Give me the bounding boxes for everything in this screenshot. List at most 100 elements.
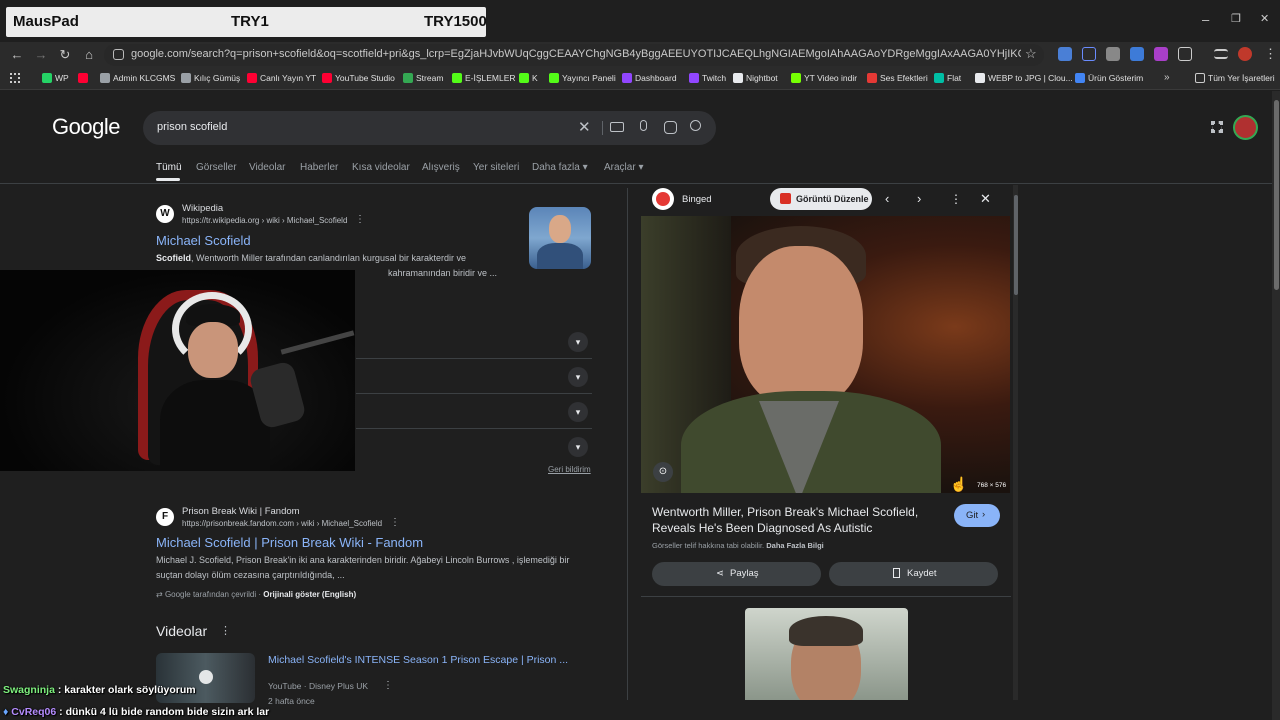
save-button[interactable]: Kaydet xyxy=(829,562,998,586)
result1-title-link[interactable]: Michael Scofield xyxy=(156,233,251,248)
download-extension-icon[interactable] xyxy=(1130,47,1144,61)
bookmark-item[interactable] xyxy=(78,73,91,83)
related-question-row[interactable]: ▾ xyxy=(356,359,592,394)
voice-search-icon[interactable] xyxy=(640,120,647,131)
tab-places[interactable]: Yer siteleri xyxy=(473,162,519,173)
maximize-button[interactable]: ❐ xyxy=(1231,12,1241,25)
lens-search-icon[interactable]: ⊙ xyxy=(653,462,673,482)
bookmark-item[interactable]: WEBP to JPG | Clou... xyxy=(975,73,1073,83)
tab-tools[interactable]: Araçlar ▾ xyxy=(604,162,644,173)
result1-site[interactable]: Wikipedia xyxy=(182,203,223,214)
url-text[interactable]: google.com/search?q=prison+scofield&oq=s… xyxy=(131,48,1021,60)
all-bookmarks-folder[interactable]: Tüm Yer İşaretleri xyxy=(1195,73,1275,83)
clear-search-icon[interactable]: ✕ xyxy=(578,118,591,136)
close-window-button[interactable]: ✕ xyxy=(1260,12,1269,25)
bookmark-item[interactable]: Admin KLCGMS xyxy=(100,73,175,83)
result2-menu-icon[interactable]: ⋮ xyxy=(390,517,400,528)
related-image[interactable] xyxy=(745,608,908,700)
learn-more-link[interactable]: Daha Fazla Bilgi xyxy=(766,541,824,550)
bookmark-item[interactable]: Canlı Yayın YT xyxy=(247,73,316,83)
minimize-button[interactable]: – xyxy=(1202,12,1209,27)
edit-image-button[interactable]: Görüntü Düzenle xyxy=(770,188,872,210)
tab-all[interactable]: Tümü xyxy=(156,162,182,173)
bookmark-item[interactable]: E-İŞLEMLER xyxy=(452,73,516,83)
share-button[interactable]: ⋖ Paylaş xyxy=(652,562,821,586)
chevron-down-icon[interactable]: ▾ xyxy=(568,402,588,422)
tab-images[interactable]: Görseller xyxy=(196,162,237,173)
more-options-icon[interactable]: ⋮ xyxy=(950,192,962,206)
video-title-link[interactable]: Michael Scofield's INTENSE Season 1 Pris… xyxy=(268,654,568,666)
videos-menu-icon[interactable]: ⋮ xyxy=(220,624,231,637)
bookmark-item[interactable]: WP xyxy=(42,73,69,83)
camera-extension-icon[interactable] xyxy=(1106,47,1120,61)
site-info-icon[interactable] xyxy=(113,49,124,60)
play-icon[interactable] xyxy=(199,670,213,684)
prev-image-icon[interactable]: ‹ xyxy=(885,191,889,206)
search-input[interactable] xyxy=(143,111,716,145)
audio-extension-icon[interactable] xyxy=(1082,47,1096,61)
tab-more[interactable]: Daha fazla ▾ xyxy=(532,162,588,173)
image-title[interactable]: Wentworth Miller, Prison Break's Michael… xyxy=(652,504,942,536)
bookmark-item[interactable]: Nightbot xyxy=(733,73,778,83)
keyboard-icon[interactable] xyxy=(610,122,624,132)
purple-extension-icon[interactable] xyxy=(1154,47,1168,61)
chevron-down-icon[interactable]: ▾ xyxy=(568,437,588,457)
page-scrollbar-thumb[interactable] xyxy=(1274,100,1279,290)
related-question-row[interactable]: ▾ xyxy=(356,394,592,429)
related-question-row[interactable]: ▾ xyxy=(356,429,592,464)
result1-url[interactable]: https://tr.wikipedia.org › wiki › Michae… xyxy=(182,216,347,225)
chrome-menu-icon[interactable]: ⋮ xyxy=(1264,46,1277,62)
bookmark-item[interactable]: YouTube Studio xyxy=(322,73,395,83)
result2-title-link[interactable]: Michael Scofield | Prison Break Wiki - F… xyxy=(156,535,423,550)
video-menu-icon[interactable]: ⋮ xyxy=(383,680,393,691)
tab-news[interactable]: Haberler xyxy=(300,162,338,173)
google-apps-icon[interactable] xyxy=(1211,121,1223,133)
tab-videos[interactable]: Videolar xyxy=(249,162,286,173)
panel-scrollbar-thumb[interactable] xyxy=(1014,195,1018,295)
videos-heading: Videolar xyxy=(156,623,208,639)
back-icon[interactable]: ← xyxy=(8,46,26,64)
forward-icon[interactable]: → xyxy=(32,46,50,64)
bookmarks-overflow-icon[interactable]: » xyxy=(1164,72,1170,83)
close-panel-icon[interactable]: ✕ xyxy=(980,191,991,207)
chevron-down-icon[interactable]: ▾ xyxy=(568,332,588,352)
bookmark-item[interactable]: Kılıç Gümüş xyxy=(181,73,240,83)
google-logo[interactable]: Google xyxy=(52,114,120,140)
bookmark-favicon-icon xyxy=(622,73,632,83)
bookmark-item[interactable]: Ürün Gösterim xyxy=(1075,73,1143,83)
account-avatar[interactable] xyxy=(1233,115,1258,140)
chevron-down-icon[interactable]: ▾ xyxy=(568,367,588,387)
show-original-link[interactable]: Orijinali göster (English) xyxy=(263,590,356,599)
related-question-row[interactable]: ▾ xyxy=(356,324,592,359)
bookmark-item[interactable]: Dashboard xyxy=(622,73,677,83)
bookmark-item[interactable]: YT Video indir xyxy=(791,73,857,83)
reading-list-icon[interactable] xyxy=(1214,49,1228,59)
feedback-link[interactable]: Geri bildirim xyxy=(548,465,591,474)
extensions-puzzle-icon[interactable] xyxy=(1178,47,1192,61)
preview-image[interactable]: ⊙ 768 × 576 xyxy=(641,216,1010,493)
profile-avatar[interactable] xyxy=(1238,47,1252,61)
image-source-name[interactable]: Binged xyxy=(682,194,712,205)
bookmark-item[interactable]: Stream xyxy=(403,73,443,83)
tab-shopping[interactable]: Alışveriş xyxy=(422,162,460,173)
bookmark-item[interactable]: Twitch xyxy=(689,73,726,83)
translate-extension-icon[interactable] xyxy=(1058,47,1072,61)
search-icon[interactable] xyxy=(690,120,701,131)
bookmark-star-icon[interactable]: ☆ xyxy=(1025,46,1037,62)
result1-thumbnail[interactable] xyxy=(529,207,591,269)
search-query-text[interactable]: prison scofield xyxy=(157,121,227,133)
bookmark-item[interactable]: Ses Efektleri xyxy=(867,73,928,83)
lens-icon[interactable] xyxy=(664,121,677,134)
go-button[interactable]: Git › xyxy=(954,504,1000,527)
result2-url[interactable]: https://prisonbreak.fandom.com › wiki › … xyxy=(182,519,382,528)
home-icon[interactable]: ⌂ xyxy=(80,46,98,64)
reload-icon[interactable]: ↻ xyxy=(56,46,74,64)
result2-site[interactable]: Prison Break Wiki | Fandom xyxy=(182,506,300,517)
next-image-icon[interactable]: › xyxy=(917,191,921,206)
apps-grid-icon[interactable] xyxy=(10,73,20,83)
bookmark-item[interactable]: K xyxy=(519,73,538,83)
result1-menu-icon[interactable]: ⋮ xyxy=(355,214,365,225)
tab-short-videos[interactable]: Kısa videolar xyxy=(352,162,410,173)
bookmark-item[interactable]: Flat xyxy=(934,73,961,83)
bookmark-item[interactable]: Yayıncı Paneli xyxy=(549,73,616,83)
